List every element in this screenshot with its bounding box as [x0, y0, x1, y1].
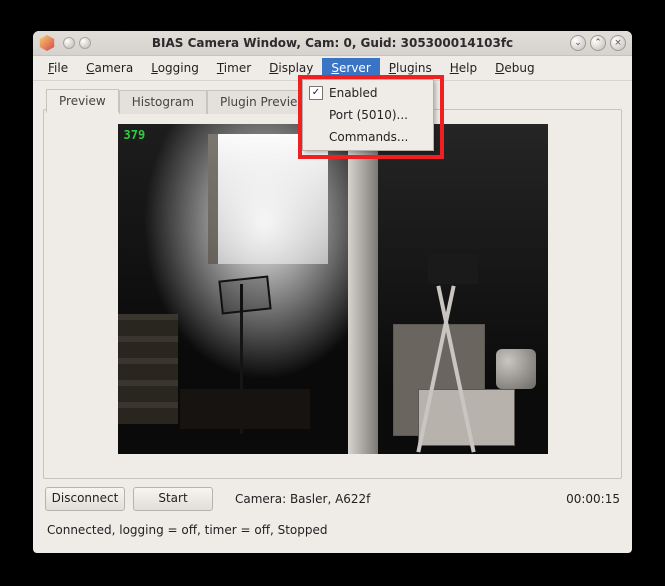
tab-label: Plugin Preview: [220, 95, 307, 109]
menu-display[interactable]: Display: [260, 58, 322, 78]
preview-image: [496, 349, 536, 389]
app-icon: [39, 35, 55, 51]
tab-strip: Preview Histogram Plugin Preview: [46, 89, 320, 113]
preview-image: [118, 314, 178, 424]
menu-label: elp: [459, 61, 477, 75]
dropdown-label: Enabled: [329, 86, 378, 100]
menu-label: erver: [339, 61, 371, 75]
window-title: BIAS Camera Window, Cam: 0, Guid: 305300…: [33, 36, 632, 50]
start-button[interactable]: Start: [133, 487, 213, 511]
frame-counter: 379: [124, 128, 146, 142]
menu-label: ebug: [504, 61, 534, 75]
tab-label: Histogram: [132, 95, 194, 109]
tab-preview[interactable]: Preview: [46, 89, 119, 113]
menu-label: isplay: [278, 61, 313, 75]
checkbox-icon: ✓: [309, 86, 323, 100]
preview-pane: 379: [44, 110, 621, 468]
menu-plugins[interactable]: Plugins: [380, 58, 441, 78]
menu-debug[interactable]: Debug: [486, 58, 543, 78]
status-bar: Connected, logging = off, timer = off, S…: [33, 513, 632, 549]
menu-server[interactable]: Server: [322, 58, 379, 78]
tab-label: Preview: [59, 94, 106, 108]
button-label: Start: [158, 491, 187, 505]
preview-image: [418, 389, 515, 446]
elapsed-time: 00:00:15: [566, 492, 620, 506]
dropdown-label: Port (5010)...: [329, 108, 408, 122]
menu-label: amera: [94, 61, 133, 75]
server-enabled-item[interactable]: ✓ Enabled: [303, 82, 433, 104]
disconnect-button[interactable]: Disconnect: [45, 487, 125, 511]
camera-preview: 379: [118, 124, 548, 454]
close-button[interactable]: ×: [610, 35, 626, 51]
menu-label: ogging: [158, 61, 199, 75]
titlebar-dot: [79, 37, 91, 49]
minimize-button[interactable]: ⌄: [570, 35, 586, 51]
menu-label: ile: [54, 61, 68, 75]
titlebar: BIAS Camera Window, Cam: 0, Guid: 305300…: [33, 31, 632, 56]
preview-image: [348, 124, 378, 454]
camera-label: Camera: Basler, A622f: [235, 492, 370, 506]
preview-image: [180, 389, 310, 429]
menu-logging[interactable]: Logging: [142, 58, 208, 78]
tabs-area: Preview Histogram Plugin Preview: [33, 101, 632, 479]
menu-help[interactable]: Help: [441, 58, 486, 78]
menubar: File Camera Logging Timer Display Server…: [33, 56, 632, 81]
button-label: Disconnect: [52, 491, 119, 505]
maximize-button[interactable]: ⌃: [590, 35, 606, 51]
titlebar-dot: [63, 37, 75, 49]
menu-file[interactable]: File: [39, 58, 77, 78]
tab-histogram[interactable]: Histogram: [119, 90, 207, 114]
server-dropdown: ✓ Enabled Port (5010)... Commands...: [302, 79, 434, 151]
dropdown-label: Commands...: [329, 130, 408, 144]
menu-label: lugins: [396, 61, 432, 75]
preview-image: [208, 134, 328, 264]
tab-frame: Preview Histogram Plugin Preview: [43, 109, 622, 479]
app-window: BIAS Camera Window, Cam: 0, Guid: 305300…: [33, 31, 632, 553]
controls-bar: Disconnect Start Camera: Basler, A622f 0…: [33, 479, 632, 513]
menu-label: imer: [224, 61, 251, 75]
menu-timer[interactable]: Timer: [208, 58, 260, 78]
server-commands-item[interactable]: Commands...: [303, 126, 433, 148]
server-port-item[interactable]: Port (5010)...: [303, 104, 433, 126]
menu-camera[interactable]: Camera: [77, 58, 142, 78]
